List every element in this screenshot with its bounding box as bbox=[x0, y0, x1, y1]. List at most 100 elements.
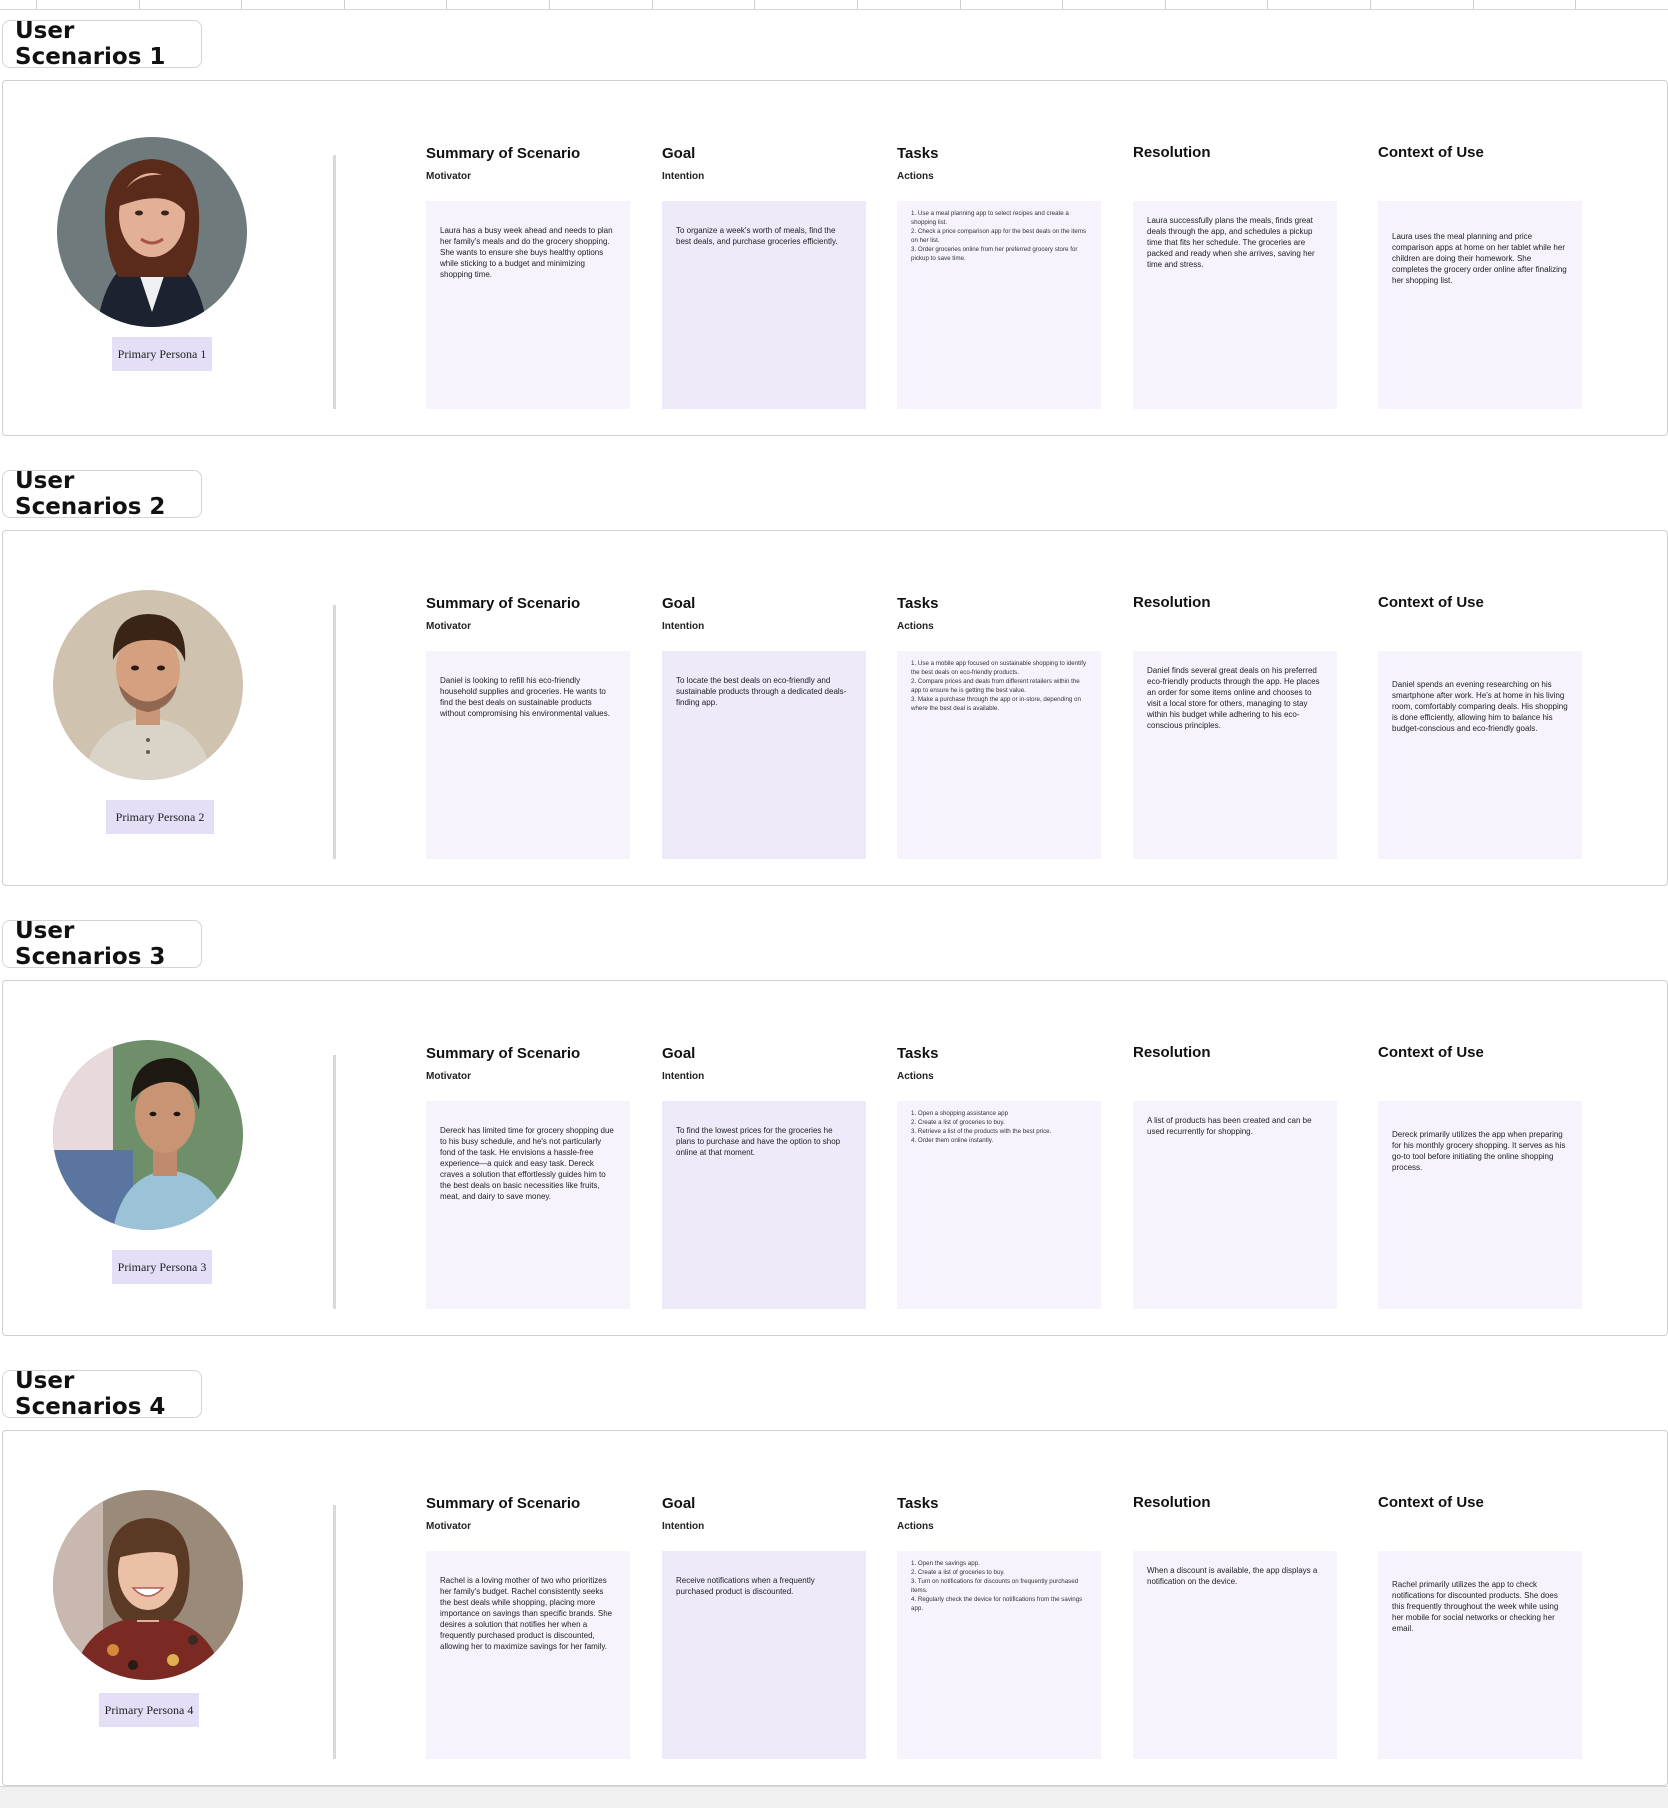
tasks-card: 1. Open a shopping assistance app 2. Cre… bbox=[897, 1101, 1101, 1309]
column-subtitle: Motivator bbox=[426, 1071, 471, 1082]
task-item: 1. Open the savings app. bbox=[911, 1560, 980, 1567]
persona-avatar-1 bbox=[57, 137, 247, 327]
scenario-label[interactable]: User Scenarios 4 bbox=[2, 1368, 202, 1420]
task-item: 2. Check a price comparison app for the … bbox=[911, 228, 1087, 244]
column-title: Context of Use bbox=[1378, 1044, 1484, 1061]
column-title: Context of Use bbox=[1378, 594, 1484, 611]
context-card: Dereck primarily utilizes the app when p… bbox=[1378, 1101, 1582, 1309]
resolution-card: Laura successfully plans the meals, find… bbox=[1133, 201, 1337, 409]
scenario-label[interactable]: User Scenarios 1 bbox=[2, 18, 202, 70]
column-title: Summary of Scenario bbox=[426, 1045, 581, 1062]
task-item: 3. Order groceries online from her prefe… bbox=[911, 246, 1078, 262]
context-card: Laura uses the meal planning and price c… bbox=[1378, 201, 1582, 409]
tasks-card: 1. Open the savings app. 2. Create a lis… bbox=[897, 1551, 1101, 1759]
top-ruler bbox=[0, 0, 1668, 10]
column-subtitle: Motivator bbox=[426, 621, 471, 632]
ruler-tick bbox=[1165, 0, 1166, 9]
task-item: 3. Retrieve a list of the products with … bbox=[911, 1128, 1052, 1135]
vertical-divider bbox=[333, 1505, 336, 1759]
column-title: Summary of Scenario bbox=[426, 145, 581, 162]
task-item: 4. Regularly check the device for notifi… bbox=[911, 1596, 1083, 1612]
column-subtitle: Motivator bbox=[426, 1521, 471, 1532]
tasks-card: 1. Use a meal planning app to select rec… bbox=[897, 201, 1101, 409]
context-card: Daniel spends an evening researching on … bbox=[1378, 651, 1582, 859]
column-title: Tasks bbox=[897, 1045, 939, 1062]
column-subtitle: Intention bbox=[662, 1071, 705, 1082]
ruler-tick bbox=[549, 0, 550, 9]
column-title: Goal bbox=[662, 1045, 696, 1062]
column-title: Resolution bbox=[1133, 594, 1211, 611]
column-title: Resolution bbox=[1133, 1044, 1211, 1061]
bottom-bar bbox=[0, 1786, 1668, 1808]
column-title: Tasks bbox=[897, 595, 939, 612]
persona-tag: Primary Persona 1 bbox=[112, 337, 212, 371]
resolution-card: When a discount is available, the app di… bbox=[1133, 1551, 1337, 1759]
ruler-tick bbox=[652, 0, 653, 9]
scenario-label[interactable]: User Scenarios 3 bbox=[2, 918, 202, 970]
ruler-tick bbox=[139, 0, 140, 9]
ruler-tick bbox=[1370, 0, 1371, 9]
task-item: 1. Use a meal planning app to select rec… bbox=[911, 210, 1069, 226]
column-subtitle: Intention bbox=[662, 1521, 705, 1532]
column-title: Resolution bbox=[1133, 144, 1211, 161]
summary-card: Laura has a busy week ahead and needs to… bbox=[426, 201, 630, 409]
persona-avatar-3 bbox=[53, 1040, 243, 1230]
task-item: 1. Open a shopping assistance app bbox=[911, 1110, 1009, 1117]
column-subtitle: Motivator bbox=[426, 171, 471, 182]
resolution-card: A list of products has been created and … bbox=[1133, 1101, 1337, 1309]
ruler-tick bbox=[36, 0, 37, 9]
ruler-tick bbox=[1267, 0, 1268, 9]
persona-tag: Primary Persona 4 bbox=[99, 1693, 199, 1727]
ruler-tick bbox=[1062, 0, 1063, 9]
scenario-panel-1: Primary Persona 1 Summary of Scenario Mo… bbox=[2, 80, 1668, 436]
task-item: 3. Make a purchase through the app or in… bbox=[911, 696, 1081, 712]
column-title: Resolution bbox=[1133, 1494, 1211, 1511]
column-title: Tasks bbox=[897, 1495, 939, 1512]
task-item: 2. Create a list of groceries to buy. bbox=[911, 1119, 1005, 1126]
column-title: Tasks bbox=[897, 145, 939, 162]
resolution-card: Daniel finds several great deals on his … bbox=[1133, 651, 1337, 859]
summary-card: Daniel is looking to refill his eco-frie… bbox=[426, 651, 630, 859]
column-subtitle: Actions bbox=[897, 171, 934, 182]
persona-avatar-4 bbox=[53, 1490, 243, 1680]
column-title: Goal bbox=[662, 145, 696, 162]
ruler-tick bbox=[1575, 0, 1576, 9]
column-subtitle: Actions bbox=[897, 1071, 934, 1082]
column-subtitle: Actions bbox=[897, 1521, 934, 1532]
vertical-divider bbox=[333, 605, 336, 859]
scenario-panel-3: Primary Persona 3 Summary of Scenario Mo… bbox=[2, 980, 1668, 1336]
column-title: Goal bbox=[662, 1495, 696, 1512]
persona-tag: Primary Persona 3 bbox=[112, 1250, 212, 1284]
column-subtitle: Actions bbox=[897, 621, 934, 632]
ruler-tick bbox=[857, 0, 858, 9]
vertical-divider bbox=[333, 155, 336, 409]
scenario-label[interactable]: User Scenarios 2 bbox=[2, 468, 202, 520]
column-subtitle: Intention bbox=[662, 621, 705, 632]
goal-card: To organize a week's worth of meals, fin… bbox=[662, 201, 866, 409]
column-subtitle: Intention bbox=[662, 171, 705, 182]
context-card: Rachel primarily utilizes the app to che… bbox=[1378, 1551, 1582, 1759]
tasks-card: 1. Use a mobile app focused on sustainab… bbox=[897, 651, 1101, 859]
persona-tag: Primary Persona 2 bbox=[106, 800, 214, 834]
column-title: Summary of Scenario bbox=[426, 1495, 581, 1512]
task-item: 2. Compare prices and deals from differe… bbox=[911, 678, 1080, 694]
goal-card: To find the lowest prices for the grocer… bbox=[662, 1101, 866, 1309]
column-title: Context of Use bbox=[1378, 1494, 1484, 1511]
column-title: Context of Use bbox=[1378, 144, 1484, 161]
summary-card: Dereck has limited time for grocery shop… bbox=[426, 1101, 630, 1309]
task-item: 4. Order them online instantly. bbox=[911, 1137, 994, 1144]
column-title: Goal bbox=[662, 595, 696, 612]
task-item: 2. Create a list of groceries to buy. bbox=[911, 1569, 1005, 1576]
ruler-tick bbox=[1473, 0, 1474, 9]
scenario-panel-2: Primary Persona 2 Summary of Scenario Mo… bbox=[2, 530, 1668, 886]
ruler-tick bbox=[960, 0, 961, 9]
ruler-tick bbox=[344, 0, 345, 9]
ruler-tick bbox=[754, 0, 755, 9]
goal-card: Receive notifications when a frequently … bbox=[662, 1551, 866, 1759]
task-item: 1. Use a mobile app focused on sustainab… bbox=[911, 660, 1087, 676]
ruler-tick bbox=[241, 0, 242, 9]
task-item: 3. Turn on notifications for discounts o… bbox=[911, 1578, 1079, 1594]
goal-card: To locate the best deals on eco-friendly… bbox=[662, 651, 866, 859]
ruler-tick bbox=[446, 0, 447, 9]
persona-avatar-2 bbox=[53, 590, 243, 780]
